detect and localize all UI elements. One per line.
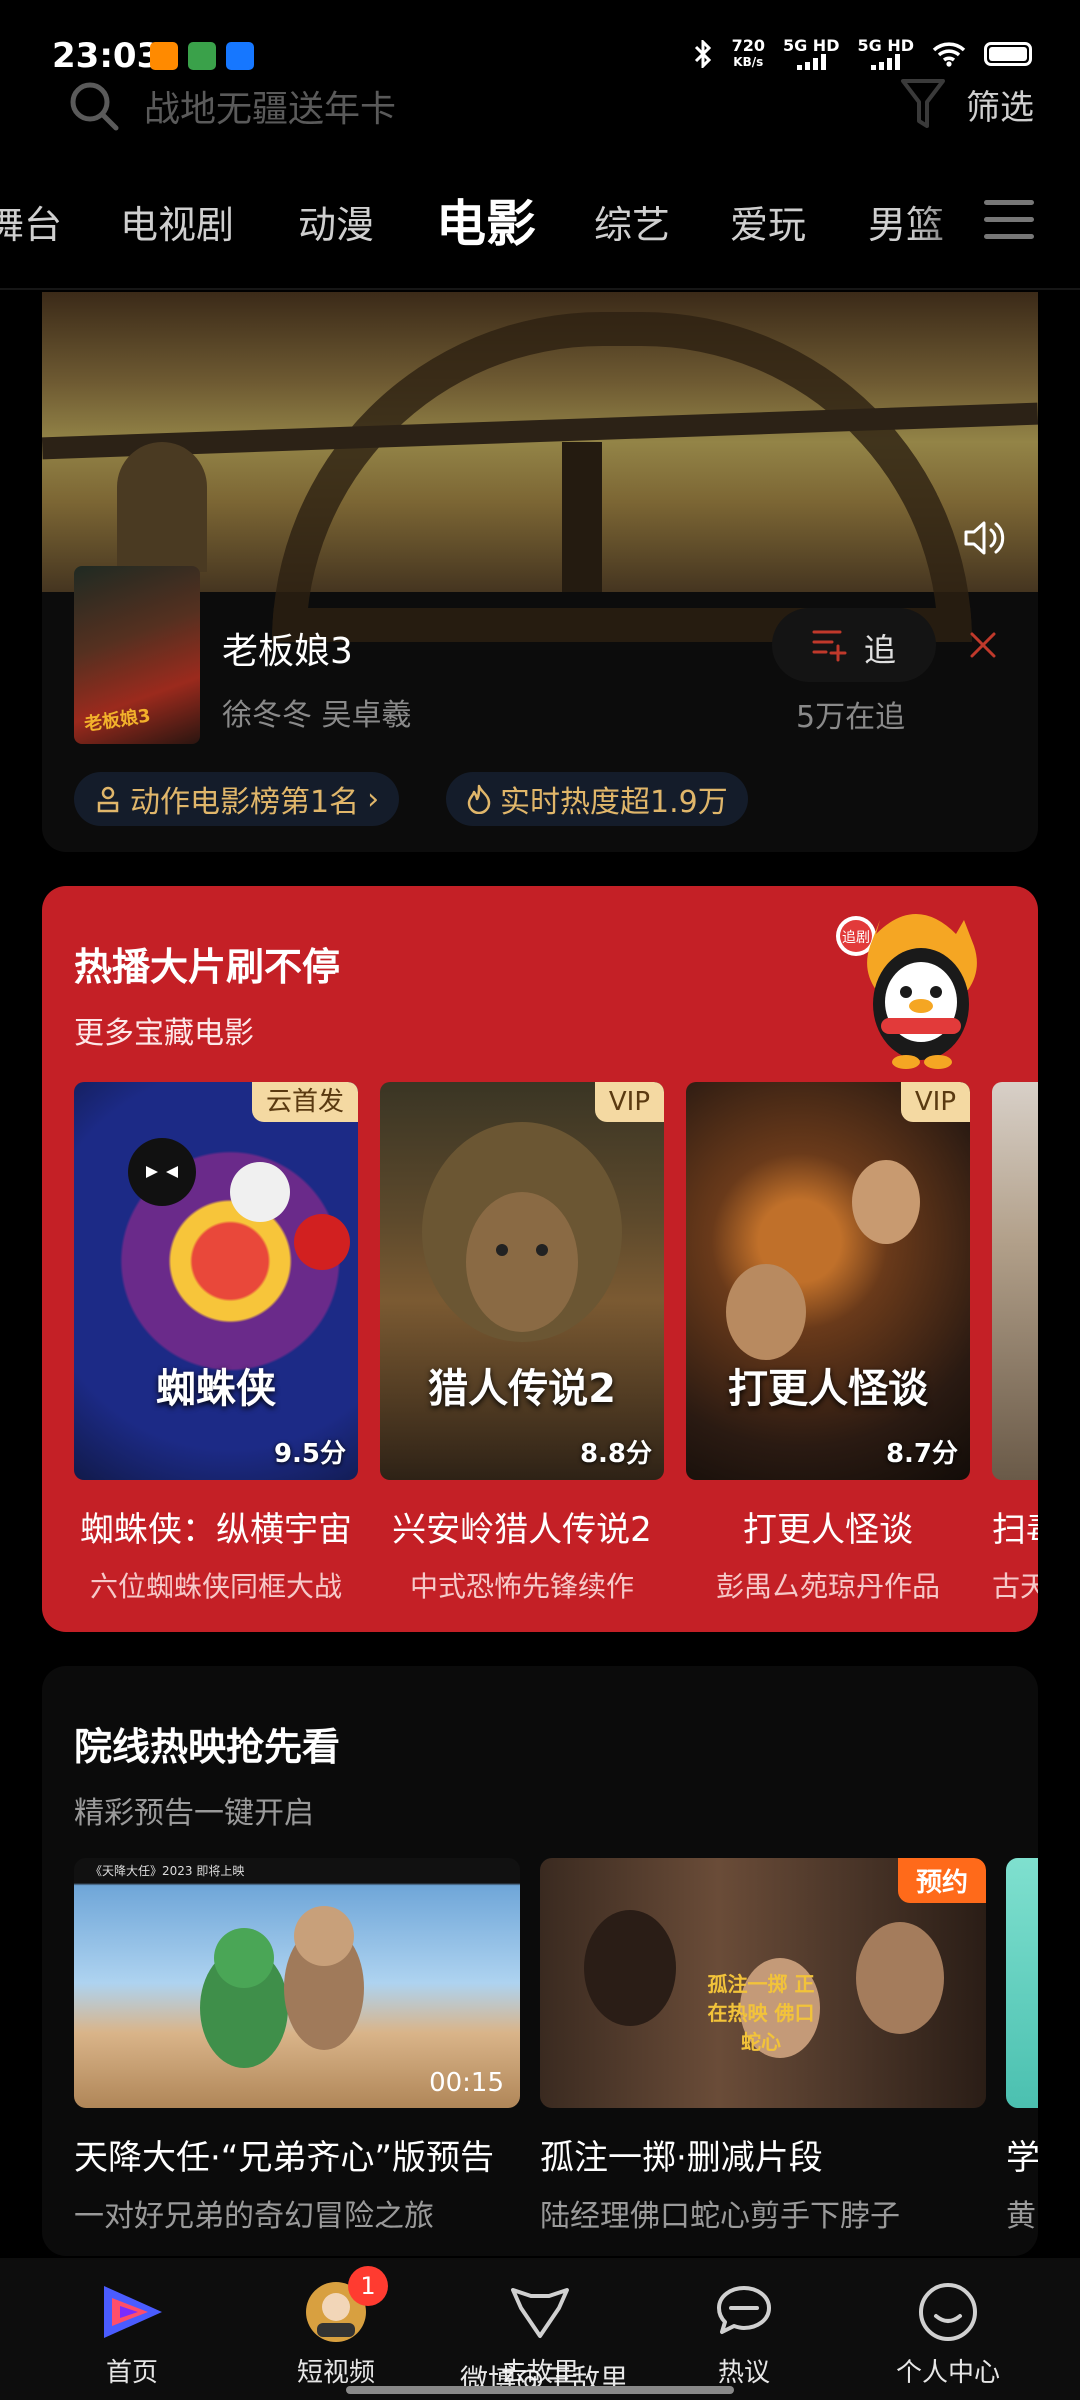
trailer-desc: 陆经理佛口蛇心剪手下脖子 bbox=[540, 2199, 900, 2234]
vip-tag: VIP bbox=[900, 1082, 970, 1122]
movie-card[interactable]: 扫毒 古天乐 bbox=[992, 1082, 1038, 1605]
movie-card[interactable]: 猎人传说2 VIP 8.8分 兴安岭猎人传说2 中式恐怖先锋续作 bbox=[380, 1082, 664, 1605]
featured-card[interactable]: 老板娘3 老板娘3 徐冬冬 吴卓羲 追 5万在追 动作电影榜第1名 › 实时热度… bbox=[42, 292, 1038, 852]
trailer-thumbnail[interactable] bbox=[1006, 1858, 1038, 2108]
trailer-card[interactable]: 《天降大任》2023 即将上映 00:15 天降大任·“兄弟齐心”版预告 一对好… bbox=[74, 1858, 520, 2235]
discuss-icon bbox=[717, 2286, 771, 2334]
movie-desc: 古天乐 bbox=[992, 1570, 1038, 1603]
movie-title[interactable]: 扫毒 bbox=[992, 1502, 1038, 1551]
trailer-title[interactable]: 学 bbox=[1006, 2130, 1038, 2179]
trailer-title[interactable]: 天降大任·“兄弟齐心”版预告 bbox=[74, 2130, 520, 2179]
search-placeholder[interactable]: 战地无疆送年卡 bbox=[144, 80, 396, 132]
featured-title[interactable]: 老板娘3 bbox=[222, 622, 353, 674]
movie-card[interactable]: 蜘蛛侠 云首发 9.5分 蜘蛛侠：纵横宇宙 六位蜘蛛侠同框大战 bbox=[74, 1082, 358, 1605]
status-right: 720 KB/s 5G HD 5G HD bbox=[692, 38, 1032, 70]
profile-icon bbox=[919, 2283, 977, 2341]
search-bar[interactable]: 战地无疆送年卡 筛选 bbox=[0, 70, 1080, 136]
trailer-thumbnail[interactable]: 孤注一掷 正在热映 佛口蛇心 预约 bbox=[540, 1858, 986, 2108]
theater-section: 院线热映抢先看 精彩预告一键开启 《天降大任》2023 即将上映 00:15 天… bbox=[42, 1666, 1038, 2256]
menu-icon[interactable] bbox=[984, 200, 1034, 251]
tab-tv-series[interactable]: 电视剧 bbox=[120, 194, 234, 249]
battery-icon bbox=[984, 42, 1032, 66]
tab-anime[interactable]: 动漫 bbox=[298, 194, 374, 249]
rank-badge[interactable]: 动作电影榜第1名 › bbox=[74, 772, 400, 826]
heat-badge[interactable]: 实时热度超1.9万 bbox=[446, 772, 748, 826]
movie-score: 9.5分 bbox=[273, 1439, 346, 1469]
movie-poster[interactable]: 打更人怪谈 VIP 8.7分 bbox=[686, 1082, 970, 1480]
section-title[interactable]: 院线热映抢先看 bbox=[74, 1716, 340, 1771]
trailer-title[interactable]: 孤注一掷·删减片段 bbox=[540, 2130, 986, 2179]
movie-desc: 中式恐怖先锋续作 bbox=[409, 1570, 634, 1603]
section-title[interactable]: 热播大片刷不停 bbox=[74, 936, 340, 991]
home-play-icon bbox=[104, 2286, 162, 2338]
tab-movies[interactable]: 电影 bbox=[436, 184, 536, 256]
nav-short-video[interactable]: 1 短视频 bbox=[256, 2266, 416, 2389]
bluetooth-icon bbox=[694, 40, 711, 68]
trailer-card[interactable]: 孤注一掷 正在热映 佛口蛇心 预约 孤注一掷·删减片段 陆经理佛口蛇心剪手下脖子 bbox=[540, 1858, 986, 2235]
explore-icon bbox=[511, 2288, 569, 2338]
movie-desc: 彭禺厶苑琼丹作品 bbox=[715, 1570, 940, 1603]
movie-title[interactable]: 打更人怪谈 bbox=[686, 1502, 970, 1551]
net-speed: 720 KB/s bbox=[731, 36, 765, 70]
movie-poster[interactable] bbox=[992, 1082, 1038, 1480]
channel-tabs: 舞台 电视剧 动漫 电影 综艺 爱玩 男篮 bbox=[0, 180, 1080, 260]
movie-title[interactable]: 兴安岭猎人传说2 bbox=[380, 1502, 664, 1551]
app-notification-icon bbox=[150, 42, 178, 70]
featured-meta: 老板娘3 老板娘3 徐冬冬 吴卓羲 追 5万在追 动作电影榜第1名 › 实时热度… bbox=[42, 566, 1038, 852]
section-subtitle: 精彩预告一键开启 bbox=[74, 1796, 314, 1831]
movie-title[interactable]: 蜘蛛侠：纵横宇宙 bbox=[74, 1502, 358, 1551]
tab-variety[interactable]: 综艺 bbox=[594, 194, 670, 249]
penguin-mascot-icon: 追剧 bbox=[836, 914, 977, 1069]
movie-score: 8.8分 bbox=[579, 1439, 652, 1469]
app-notification-icon bbox=[188, 42, 216, 70]
filter-button[interactable]: 筛选 bbox=[966, 80, 1034, 129]
featured-poster[interactable]: 老板娘3 bbox=[74, 566, 200, 744]
follow-button[interactable]: 追 bbox=[772, 608, 936, 682]
signal-sim2: 5G HD bbox=[857, 38, 914, 70]
section-subtitle[interactable]: 更多宝藏电影 bbox=[74, 1008, 254, 1052]
volume-icon[interactable] bbox=[962, 518, 1006, 558]
premiere-tag: 云首发 bbox=[251, 1082, 358, 1122]
nav-home[interactable]: 首页 bbox=[52, 2274, 212, 2389]
tab-play[interactable]: 爱玩 bbox=[730, 194, 806, 249]
trailer-desc: 黄 bbox=[1006, 2199, 1036, 2234]
nav-profile[interactable]: 个人中心 bbox=[868, 2274, 1028, 2389]
movie-card[interactable]: 打更人怪谈 VIP 8.7分 打更人怪谈 彭禺厶苑琼丹作品 bbox=[686, 1082, 970, 1605]
trailer-desc: 一对好兄弟的奇幻冒险之旅 bbox=[74, 2199, 434, 2234]
featured-video[interactable] bbox=[42, 292, 1038, 642]
home-indicator[interactable] bbox=[346, 2386, 734, 2394]
podium-icon bbox=[97, 786, 119, 813]
movie-poster[interactable]: 猎人传说2 VIP 8.8分 bbox=[380, 1082, 664, 1480]
vip-tag: VIP bbox=[594, 1082, 664, 1122]
preorder-badge[interactable]: 预约 bbox=[897, 1858, 986, 1903]
close-icon[interactable] bbox=[968, 630, 998, 660]
trailer-duration: 00:15 bbox=[429, 2068, 504, 2098]
divider bbox=[0, 288, 1080, 290]
movie-desc: 六位蜘蛛侠同框大战 bbox=[89, 1570, 342, 1603]
hot-movies-section: 热播大片刷不停 更多宝藏电影 追剧 蜘蛛侠 云首发 9.5分 蜘蛛侠：纵横宇宙 … bbox=[42, 886, 1038, 1632]
filter-icon[interactable] bbox=[898, 76, 948, 132]
nav-discuss[interactable]: 热议 bbox=[664, 2274, 824, 2389]
flame-icon bbox=[467, 784, 491, 814]
movie-poster[interactable]: 蜘蛛侠 云首发 9.5分 bbox=[74, 1082, 358, 1480]
signal-sim1: 5G HD bbox=[783, 38, 839, 70]
wifi-icon bbox=[932, 42, 966, 67]
trailer-thumbnail[interactable]: 《天降大任》2023 即将上映 00:15 bbox=[74, 1858, 520, 2108]
chevron-right-icon: › bbox=[367, 781, 380, 817]
movie-score: 8.7分 bbox=[885, 1439, 958, 1469]
svg-text:追剧: 追剧 bbox=[842, 930, 870, 946]
featured-cast: 徐冬冬 吴卓羲 bbox=[222, 698, 412, 733]
trailer-card[interactable]: 学 黄 bbox=[1006, 1858, 1038, 2235]
tab-stage[interactable]: 舞台 bbox=[0, 194, 62, 249]
add-list-icon bbox=[812, 630, 847, 662]
alipay-icon bbox=[226, 42, 254, 70]
follow-count: 5万在追 bbox=[796, 700, 906, 735]
notification-badge: 1 bbox=[348, 2266, 388, 2306]
search-icon bbox=[70, 82, 119, 131]
